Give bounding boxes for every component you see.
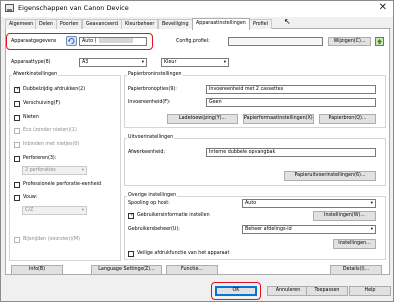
paper-size-combo[interactable]: A3 ▾ <box>79 58 147 67</box>
finisher-field[interactable]: Interne dubbele opvangbak <box>206 148 376 157</box>
finishing-group-label: Afwerkinstellingen <box>12 72 59 78</box>
saddle-stitch-checkbox <box>14 142 20 148</box>
dept-settings-button[interactable]: Instellingen... <box>333 239 376 249</box>
apply-button[interactable]: Toepassen <box>306 286 348 296</box>
device-type-label: Apparaattype(8) <box>11 60 51 65</box>
other-group-label: Overige instellingen <box>127 193 178 199</box>
saddle-stitch-label: Inbinden met nietjes(0) <box>23 142 80 147</box>
offset-label: Verschuiving(F) <box>23 101 61 106</box>
tab-apparaatinstellingen[interactable]: Apparaatinstellingen <box>192 18 250 30</box>
user-info-settings-button[interactable]: Instellingen(W)... <box>313 211 376 221</box>
function-button[interactable]: Functie... <box>166 265 218 275</box>
mouse-cursor-icon: ↖ <box>284 17 291 26</box>
duplex-label: Dubbelzijdig afdrukken(2) <box>23 87 86 92</box>
device-info-label: Apparaatgegevens <box>11 39 57 44</box>
help-button[interactable]: Help <box>349 286 391 296</box>
fold-checkbox[interactable] <box>14 195 20 201</box>
staple-checkbox[interactable] <box>14 115 20 121</box>
trim-checkbox <box>14 237 20 243</box>
dept-combo[interactable]: Beheer afdelings-id ▾ <box>242 225 376 234</box>
color-mode-combo[interactable]: Kleur ▾ <box>161 58 229 67</box>
paper-source-button[interactable]: Papierbron(Q)... <box>319 114 376 124</box>
finisher-label: Afwerkeenheid: <box>128 150 166 155</box>
tab-bar: Algemeen Delen Poorten Geavanceerd Kleur… <box>5 18 391 30</box>
fold-label: Vouw: <box>23 195 38 200</box>
fold-combo: C/Z ▾ <box>22 206 87 215</box>
eco-staple-checkbox <box>14 128 20 134</box>
punch-checkbox[interactable] <box>14 156 20 162</box>
tab-poorten[interactable]: Poorten <box>56 19 83 29</box>
secure-print-checkbox[interactable] <box>128 251 134 257</box>
dept-label: Gebruikersbeheer(U): <box>128 227 180 232</box>
user-info-checkbox[interactable]: ✓ <box>128 212 134 219</box>
punch-combo: 2 perforaties ▾ <box>22 166 87 175</box>
duplex-checkbox[interactable]: ✓ <box>14 86 20 93</box>
cassette-button[interactable]: Ladetoewijzing(Y)... <box>167 114 238 124</box>
upload-icon[interactable] <box>375 37 384 46</box>
output-unit-button[interactable]: Papieruitvoerinstellingen(6)... <box>284 171 376 181</box>
output-group-label: Uitvoerinstellingen <box>127 135 175 141</box>
spooling-label: Spooling op host: <box>128 201 170 206</box>
paper-source-options-label: Papierbronopties(9): <box>128 87 177 92</box>
ok-button[interactable]: OK <box>215 286 257 296</box>
tab-geavanceerd[interactable]: Geavanceerd <box>82 19 122 29</box>
staple-label: Nieten <box>23 115 39 120</box>
language-settings-button[interactable]: Language Settings(Z)... <box>91 265 162 275</box>
punch-label: Perforeren(3): <box>23 156 57 161</box>
window-title: Eigenschappen van Canon Device <box>18 4 129 12</box>
tab-kleurbeheer[interactable]: Kleurbeheer <box>121 19 159 29</box>
close-icon[interactable]: ✕ <box>379 2 387 14</box>
properties-window: Eigenschappen van Canon Device ✕ Algemee… <box>0 0 394 302</box>
device-info-field[interactable]: Auto ( <box>79 37 147 46</box>
input-unit-field[interactable]: Geen <box>206 98 376 107</box>
title-bar: Eigenschappen van Canon Device ✕ <box>1 1 393 17</box>
info-button[interactable]: Info(B) <box>11 265 63 275</box>
tab-beveiliging[interactable]: Beveiliging <box>158 19 193 29</box>
user-info-label: Gebruikersinformatie instellen <box>137 213 210 218</box>
paper-source-options-field[interactable]: Invoereenheid met 2 cassettes <box>206 85 376 94</box>
tab-profiel[interactable]: Profiel <box>249 19 272 29</box>
paper-source-group-label: Papierbroninstellingen <box>127 72 183 78</box>
tab-delen[interactable]: Delen <box>35 19 57 29</box>
pro-punch-checkbox[interactable] <box>14 182 20 188</box>
offset-checkbox[interactable] <box>14 101 20 107</box>
tab-algemeen[interactable]: Algemeen <box>5 19 38 29</box>
spooling-combo[interactable]: Auto ▾ <box>242 199 376 208</box>
pro-punch-label: Professionele perforatie-eenheid <box>23 182 102 187</box>
config-profile-label: Config.profiel: <box>176 39 210 44</box>
secure-print-label: Veilige afdrukfunctie van het apparaat <box>137 251 230 256</box>
eco-staple-label: Eco (zonder nieten)(1) <box>23 128 77 133</box>
paper-format-button[interactable]: Papierformaatinstellingen(X)... <box>243 114 314 124</box>
change-button[interactable]: Wijzigen(C)... <box>328 37 371 46</box>
config-profile-field <box>228 37 323 46</box>
cancel-button[interactable]: Annuleren <box>267 286 309 296</box>
printer-icon <box>5 4 14 12</box>
input-unit-label: Invoereenheid(F): <box>128 100 171 105</box>
details-button[interactable]: Details(I)... <box>330 265 382 275</box>
trim-label: Bijsnijden (voorzien)(M) <box>23 237 80 242</box>
refresh-icon[interactable] <box>66 36 77 46</box>
device-settings-panel: Apparaatgegevens Auto ( Config.profiel: … <box>5 29 390 275</box>
